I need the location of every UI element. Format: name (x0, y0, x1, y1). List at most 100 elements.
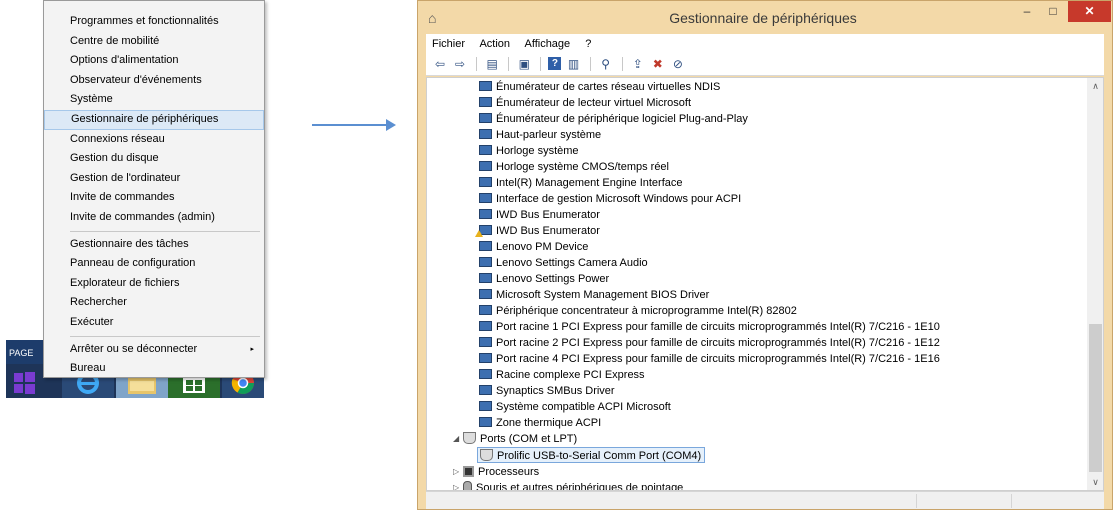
tree-item[interactable]: IWD Bus Enumerator (475, 223, 600, 239)
menu-help[interactable]: ? (585, 38, 591, 50)
device-icon (479, 321, 492, 331)
menu-item-device-manager[interactable]: Gestionnaire de périphériques (44, 109, 264, 130)
tree-item-label: Interface de gestion Microsoft Windows p… (496, 193, 742, 205)
show-hide-icon[interactable]: ▤ (484, 57, 500, 72)
menu-action[interactable]: Action (479, 38, 510, 50)
tree-item-label: Lenovo Settings Camera Audio (496, 257, 648, 269)
tree-item-label: Port racine 1 PCI Express pour famille d… (496, 321, 940, 333)
tree-item[interactable]: Périphérique concentrateur à microprogra… (479, 303, 797, 319)
maximize-button[interactable]: □ (1040, 1, 1066, 22)
tree-item[interactable]: Racine complexe PCI Express (479, 367, 645, 383)
status-divider (1011, 494, 1012, 508)
tree-item[interactable]: Microsoft System Management BIOS Driver (479, 287, 709, 303)
device-tree[interactable]: Énumérateur de cartes réseau virtuelles … (426, 77, 1104, 491)
device-icon (479, 369, 492, 379)
status-divider (916, 494, 917, 508)
tree-item[interactable]: Système compatible ACPI Microsoft (479, 399, 671, 415)
menu-item-network-connections[interactable]: Connexions réseau (44, 130, 264, 150)
tree-item-label: Énumérateur de périphérique logiciel Plu… (496, 113, 748, 125)
device-icon (479, 257, 492, 267)
tree-item[interactable]: Port racine 1 PCI Express pour famille d… (479, 319, 940, 335)
vertical-scrollbar[interactable]: ∧ ∨ (1087, 78, 1103, 490)
tree-item-label: Lenovo PM Device (496, 241, 589, 253)
tree-item[interactable]: Horloge système (479, 143, 579, 159)
tree-item[interactable]: Lenovo Settings Power (479, 271, 609, 287)
tree-item[interactable]: Intel(R) Management Engine Interface (479, 175, 683, 191)
menu-item-run[interactable]: Exécuter (44, 313, 264, 333)
menu-item-shutdown[interactable]: Arrêter ou se déconnecter ▸ (44, 340, 264, 360)
tree-item[interactable]: Port racine 4 PCI Express pour famille d… (479, 351, 940, 367)
device-icon (479, 417, 492, 427)
disable-icon[interactable]: ⊘ (670, 57, 686, 72)
menu-item-programmes[interactable]: Programmes et fonctionnalités (44, 12, 264, 32)
tree-item[interactable]: Lenovo PM Device (479, 239, 588, 255)
processor-icon (463, 466, 474, 477)
tree-item[interactable]: Interface de gestion Microsoft Windows p… (479, 191, 741, 207)
tree-item-label: Périphérique concentrateur à microprogra… (496, 305, 797, 317)
device-icon (479, 401, 492, 411)
menu-item-command-prompt[interactable]: Invite de commandes (44, 188, 264, 208)
title-bar[interactable]: ⌂ Gestionnaire de périphériques – □ ✕ (418, 1, 1112, 33)
menu-item-system[interactable]: Système (44, 90, 264, 110)
tree-item[interactable]: IWD Bus Enumerator (479, 207, 600, 223)
tree-item-label: Horloge système CMOS/temps réel (496, 161, 669, 173)
toolbar-separator (589, 57, 591, 71)
collapse-arrow-icon[interactable]: ◢ (453, 434, 459, 443)
device-manager-app-icon[interactable]: ⌂ (428, 10, 436, 26)
tree-item-label: Énumérateur de cartes réseau virtuelles … (496, 81, 721, 93)
tree-category-label: Ports (COM et LPT) (480, 433, 578, 445)
tree-category-mice[interactable]: Souris et autres périphériques de pointa… (463, 480, 683, 490)
menu-affichage[interactable]: Affichage (525, 38, 571, 50)
tree-item[interactable]: Horloge système CMOS/temps réel (479, 159, 669, 175)
port-icon (480, 449, 493, 461)
tree-category-label: Processeurs (478, 466, 540, 478)
tree-item[interactable]: Énumérateur de périphérique logiciel Plu… (479, 111, 748, 127)
menu-item-command-prompt-admin[interactable]: Invite de commandes (admin) (44, 208, 264, 228)
menu-item-mobility-center[interactable]: Centre de mobilité (44, 32, 264, 52)
tree-item[interactable]: Synaptics SMBus Driver (479, 383, 615, 399)
back-icon[interactable]: ⇦ (432, 57, 448, 72)
minimize-button[interactable]: – (1014, 1, 1040, 22)
device-icon (479, 145, 492, 155)
tree-item-selected[interactable]: Prolific USB-to-Serial Comm Port (COM4) (477, 447, 706, 463)
view-icon[interactable]: ▥ (566, 57, 582, 72)
uninstall-icon[interactable]: ✖ (650, 57, 666, 72)
menu-item-event-viewer[interactable]: Observateur d'événements (44, 71, 264, 91)
forward-icon[interactable]: ⇨ (452, 57, 468, 72)
tree-item[interactable]: Énumérateur de cartes réseau virtuelles … (479, 79, 720, 95)
tree-item[interactable]: Haut-parleur système (479, 127, 601, 143)
menu-item-power-options[interactable]: Options d'alimentation (44, 51, 264, 71)
menu-fichier[interactable]: Fichier (432, 38, 465, 50)
close-button[interactable]: ✕ (1068, 1, 1111, 22)
tree-item-label: Port racine 4 PCI Express pour famille d… (496, 353, 940, 365)
menu-item-desktop[interactable]: Bureau (44, 359, 264, 379)
mouse-icon (463, 481, 472, 490)
menu-item-task-manager[interactable]: Gestionnaire des tâches (44, 235, 264, 255)
scroll-thumb[interactable] (1089, 324, 1102, 472)
menu-item-search[interactable]: Rechercher (44, 293, 264, 313)
tree-category-ports[interactable]: Ports (COM et LPT) (463, 431, 577, 447)
menu-bar: Fichier Action Affichage ? (426, 34, 1104, 54)
expand-arrow-icon[interactable]: ▷ (453, 483, 459, 490)
properties-icon[interactable]: ▣ (516, 57, 532, 72)
scan-icon[interactable]: ⚲ (598, 57, 614, 72)
tree-item-label: Zone thermique ACPI (496, 417, 602, 429)
tree-item-label: Microsoft System Management BIOS Driver (496, 289, 710, 301)
menu-item-computer-management[interactable]: Gestion de l'ordinateur (44, 169, 264, 189)
update-driver-icon[interactable]: ⇪ (630, 57, 646, 72)
tree-item[interactable]: Lenovo Settings Camera Audio (479, 255, 648, 271)
scroll-up-icon[interactable]: ∧ (1087, 78, 1103, 94)
scroll-down-icon[interactable]: ∨ (1087, 474, 1103, 490)
tree-category-processors[interactable]: Processeurs (463, 464, 539, 480)
tree-item[interactable]: Zone thermique ACPI (479, 415, 601, 431)
expand-arrow-icon[interactable]: ▷ (453, 467, 459, 476)
menu-item-control-panel[interactable]: Panneau de configuration (44, 254, 264, 274)
menu-separator (70, 335, 260, 337)
menu-item-disk-management[interactable]: Gestion du disque (44, 149, 264, 169)
device-icon (479, 81, 492, 91)
menu-item-file-explorer[interactable]: Explorateur de fichiers (44, 274, 264, 294)
tree-item[interactable]: Port racine 2 PCI Express pour famille d… (479, 335, 940, 351)
windows-start-icon[interactable] (8, 366, 40, 398)
tree-item[interactable]: Énumérateur de lecteur virtuel Microsoft (479, 95, 691, 111)
help-icon[interactable]: ? (548, 57, 562, 70)
